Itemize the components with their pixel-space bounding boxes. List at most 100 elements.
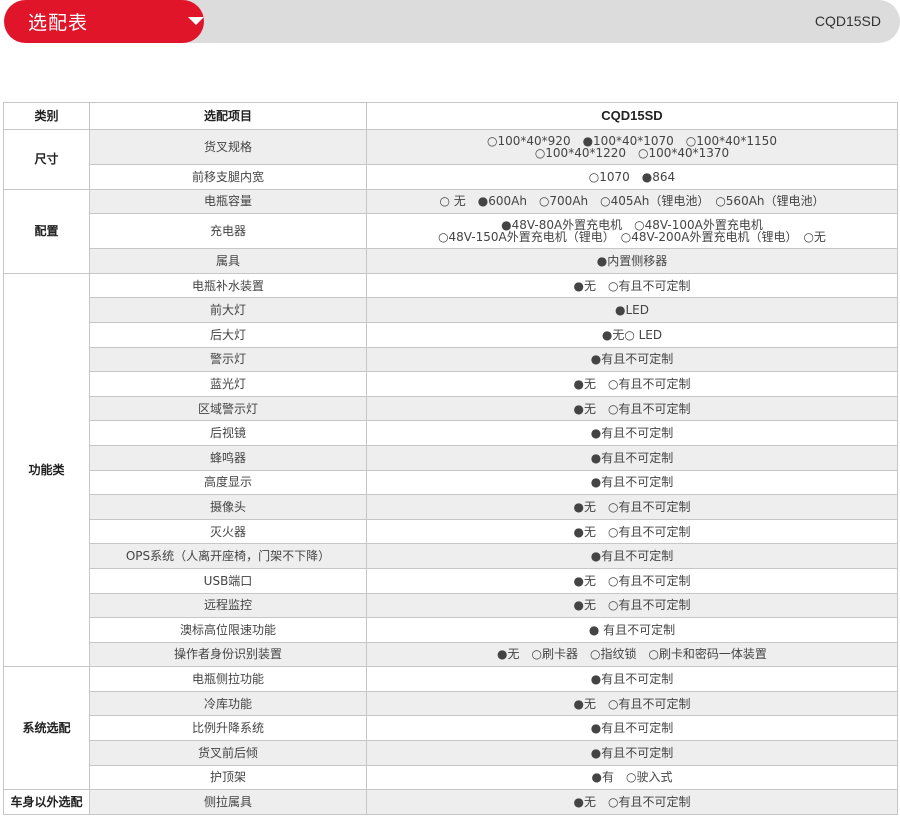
table-row: 尺寸 货叉规格 ○100*40*920 ●100*40*1070 ○100*40*1…: [3, 129, 898, 190]
item-cell: 侧拉属具: [89, 789, 367, 815]
option-line: ●有且不可定制: [590, 549, 674, 564]
item-cell: 摄像头: [89, 494, 367, 520]
option-line: ●无 ○有且不可定制: [573, 598, 691, 613]
item-cell: 冷库功能: [89, 690, 367, 717]
option-line: ● 有且不可定制: [588, 622, 676, 637]
option-line: ●LED: [615, 303, 649, 318]
item-cell: 操作者身份识别装置: [89, 641, 367, 668]
value-cell: ●无 ○有且不可定制: [366, 789, 898, 815]
table-row: 灭火器 ●无 ○有且不可定制: [4, 518, 898, 545]
value-cell: ●有且不可定制: [366, 666, 898, 692]
value-cell: ○1070 ●864: [366, 164, 898, 190]
item-cell: USB端口: [89, 567, 367, 594]
table-row: 区域警示灯 ●无 ○有且不可定制: [4, 395, 898, 422]
option-line: ●有且不可定制: [590, 672, 674, 687]
option-line: ●有 ○驶入式: [591, 770, 673, 785]
table-row: 属具 ●内置侧移器: [4, 248, 898, 274]
table-row: 摄像头 ●无 ○有且不可定制: [4, 494, 898, 520]
table-row: 充电器 ●48V-80A外置充电机 ○48V-100A外置充电机 ○48V-150A…: [4, 213, 898, 250]
option-line: ●无 ○有且不可定制: [573, 524, 691, 539]
value-cell: ●内置侧移器: [366, 248, 898, 274]
item-cell: 电瓶补水装置: [89, 272, 367, 299]
item-cell: 蜂鸣器: [89, 444, 367, 471]
value-cell: ●48V-80A外置充电机 ○48V-100A外置充电机 ○48V-150A外置充…: [366, 213, 898, 250]
header-category: 类别: [3, 102, 90, 130]
table-row: 蜂鸣器 ●有且不可定制: [4, 444, 898, 471]
item-cell: 护顶架: [89, 764, 367, 791]
value-cell: ● 有且不可定制: [366, 617, 898, 643]
value-cell: ●无 ○有且不可定制: [366, 494, 898, 520]
header-model: CQD15SD: [366, 102, 898, 130]
table-row: OPS系统（人离开座椅，门架不下降） ●有且不可定制: [4, 543, 898, 569]
item-cell: 远程监控: [89, 592, 367, 619]
value-cell: ●有且不可定制: [366, 715, 898, 742]
table-row: 蓝光灯 ●无 ○有且不可定制: [4, 371, 898, 397]
value-cell: ●无 ○有且不可定制: [366, 371, 898, 397]
value-cell: ●无 ○刷卡器 ○指纹锁 ○刷卡和密码一体装置: [366, 641, 898, 668]
option-line: ○ 无 ●600Ah ○700Ah ○405Ah（锂电池） ○560Ah（锂电池…: [439, 194, 825, 209]
table-row: 前大灯 ●LED: [4, 297, 898, 323]
value-cell: ●无 ○有且不可定制: [366, 518, 898, 545]
table-row: 前移支腿内宽 ○1070 ●864: [4, 164, 898, 190]
option-line: ●有且不可定制: [590, 426, 674, 441]
table-row: 后大灯 ●无○ LED: [4, 321, 898, 348]
value-cell: ●无 ○有且不可定制: [366, 272, 898, 299]
table-row: 冷库功能 ●无 ○有且不可定制: [4, 690, 898, 717]
dropdown-caret-icon[interactable]: [188, 17, 204, 25]
category-cell: 配置: [3, 188, 90, 274]
header-bar: 选配表 CQD15SD: [0, 0, 900, 43]
table-row: 高度显示 ●有且不可定制: [4, 469, 898, 496]
item-cell: 后大灯: [89, 321, 367, 348]
table-row: USB端口 ●无 ○有且不可定制: [4, 567, 898, 594]
category-cell: 系统选配: [3, 666, 90, 791]
value-cell: ●有 ○驶入式: [366, 764, 898, 791]
item-cell: 蓝光灯: [89, 371, 367, 397]
option-line: ●无 ○有且不可定制: [573, 795, 691, 810]
value-cell: ●有且不可定制: [366, 740, 898, 766]
item-cell: 警示灯: [89, 346, 367, 373]
option-line: ●有且不可定制: [590, 475, 674, 490]
page-title: 选配表: [28, 12, 89, 34]
item-cell: 电瓶容量: [89, 188, 367, 215]
option-line: ●无 ○有且不可定制: [573, 499, 691, 514]
item-cell: 电瓶侧拉功能: [89, 666, 367, 692]
value-cell: ●LED: [366, 297, 898, 323]
item-cell: 灭火器: [89, 518, 367, 545]
category-cell: 功能类: [3, 272, 90, 668]
item-cell: 后视镜: [89, 420, 367, 446]
option-line: ○100*40*1220 ○100*40*1370: [534, 146, 730, 160]
value-cell: ●无○ LED: [366, 321, 898, 348]
table-row: 车身以外选配 侧拉属具 ●无 ○有且不可定制: [3, 789, 898, 815]
table-row: 后视镜 ●有且不可定制: [4, 420, 898, 446]
option-line: ●内置侧移器: [596, 253, 668, 268]
value-cell: ●有且不可定制: [366, 469, 898, 496]
item-cell: OPS系统（人离开座椅，门架不下降）: [89, 543, 367, 569]
option-line: ●无 ○有且不可定制: [573, 376, 691, 391]
category-cell: 车身以外选配: [3, 789, 90, 815]
option-line: ●有且不可定制: [590, 745, 674, 760]
option-line: ○1070 ●864: [588, 169, 676, 184]
options-table: 类别 选配项目 CQD15SD 尺寸 货叉规格 ○100*40*920 ●100*4…: [3, 102, 898, 815]
option-line: ●无 ○刷卡器 ○指纹锁 ○刷卡和密码一体装置: [497, 647, 767, 662]
header-tab[interactable]: 选配表: [4, 0, 204, 43]
table-row: 远程监控 ●无 ○有且不可定制: [4, 592, 898, 619]
model-label: CQD15SD: [814, 13, 881, 29]
value-cell: ●无 ○有且不可定制: [366, 690, 898, 717]
option-line: ●无 ○有且不可定制: [573, 696, 691, 711]
item-cell: 充电器: [89, 213, 367, 250]
option-line: ●无 ○有且不可定制: [573, 573, 691, 588]
option-line: ●无 ○有且不可定制: [573, 401, 691, 416]
table-row: 警示灯 ●有且不可定制: [4, 346, 898, 373]
header-track: [150, 0, 900, 43]
item-cell: 区域警示灯: [89, 395, 367, 422]
item-cell: 比例升降系统: [89, 715, 367, 742]
table-body: 尺寸 货叉规格 ○100*40*920 ●100*40*1070 ○100*40*1…: [3, 129, 898, 815]
option-line: ○48V-150A外置充电机（锂电） ○48V-200A外置充电机（锂电） ○无: [438, 230, 826, 245]
table-row: 货叉前后倾 ●有且不可定制: [4, 740, 898, 766]
table-row: 操作者身份识别装置 ●无 ○刷卡器 ○指纹锁 ○刷卡和密码一体装置: [4, 641, 898, 668]
category-cell: 尺寸: [3, 129, 90, 190]
option-line: ●有且不可定制: [590, 352, 674, 367]
item-cell: 属具: [89, 248, 367, 274]
option-line: ●无 ○有且不可定制: [573, 278, 691, 293]
option-line: ●有且不可定制: [590, 450, 674, 465]
